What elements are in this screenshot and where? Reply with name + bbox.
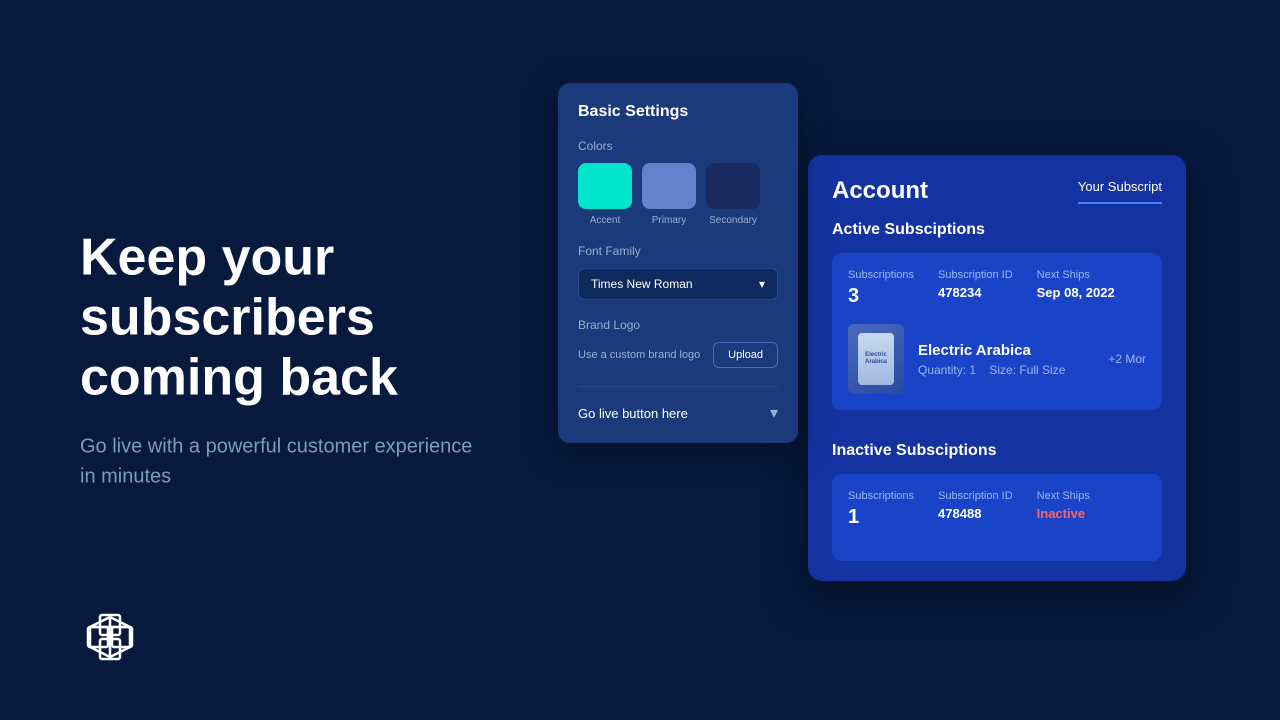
font-dropdown[interactable]: Times New Roman ▾: [578, 268, 778, 300]
primary-swatch[interactable]: Primary: [642, 163, 696, 226]
account-header: Account Your Subscript: [808, 155, 1186, 205]
font-family-section: Font Family Times New Roman ▾: [578, 244, 778, 300]
account-tab[interactable]: Your Subscript: [1078, 179, 1162, 204]
inactive-subscriptions-stat: Subscriptions 1: [848, 490, 914, 529]
active-subscriptions-section: Active Subsciptions Subscriptions 3 Subs…: [808, 205, 1186, 426]
product-name: Electric Arabica: [918, 342, 1094, 359]
subscriptions-stat-label: Subscriptions: [848, 269, 914, 281]
inactive-next-ships-stat: Next Ships Inactive: [1037, 490, 1090, 529]
inactive-section-title: Inactive Subsciptions: [832, 442, 1162, 460]
inactive-status: Inactive: [1037, 506, 1090, 521]
next-ships-stat: Next Ships Sep 08, 2022: [1037, 269, 1115, 308]
secondary-label: Secondary: [709, 215, 757, 226]
product-row: ElectricArabica Electric Arabica Quantit…: [848, 324, 1146, 394]
brand-logo-description: Use a custom brand logo: [578, 349, 700, 361]
more-badge: +2 Mor: [1108, 352, 1146, 366]
next-ships-value: Sep 08, 2022: [1037, 285, 1115, 300]
product-info: Electric Arabica Quantity: 1 Size: Full …: [918, 342, 1094, 377]
subscriptions-stat-value: 3: [848, 285, 914, 308]
dropdown-chevron-icon: ▾: [759, 277, 765, 291]
accent-swatch[interactable]: Accent: [578, 163, 632, 226]
inactive-subscription-id-stat: Subscription ID 478488: [938, 490, 1013, 529]
panel-title: Basic Settings: [578, 103, 778, 121]
product-image: ElectricArabica: [848, 324, 904, 394]
logo-area: [80, 607, 140, 672]
go-live-row[interactable]: Go live button here ▾: [578, 386, 778, 423]
inactive-subscription-id-label: Subscription ID: [938, 490, 1013, 502]
primary-swatch-box: [642, 163, 696, 209]
inactive-subscription-card: Subscriptions 1 Subscription ID 478488 N…: [832, 474, 1162, 561]
product-meta: Quantity: 1 Size: Full Size: [918, 363, 1094, 377]
inactive-sub-stats: Subscriptions 1 Subscription ID 478488 N…: [848, 490, 1146, 529]
subscriptions-stat: Subscriptions 3: [848, 269, 914, 308]
headline: Keep your subscribers coming back: [80, 228, 530, 407]
accent-label: Accent: [590, 215, 621, 226]
subscription-id-stat: Subscription ID 478234: [938, 269, 1013, 308]
brand-logo-row: Use a custom brand logo Upload: [578, 342, 778, 368]
settings-panel: Basic Settings Colors Accent Primary Sec…: [558, 83, 798, 443]
accent-swatch-box: [578, 163, 632, 209]
account-title: Account: [832, 177, 928, 205]
colors-label: Colors: [578, 139, 778, 153]
product-image-label: ElectricArabica: [865, 352, 887, 366]
product-quantity: Quantity: 1: [918, 363, 976, 377]
inactive-subscriptions-section: Inactive Subsciptions Subscriptions 1 Su…: [808, 426, 1186, 581]
secondary-swatch-box: [706, 163, 760, 209]
subheadline: Go live with a powerful customer experie…: [80, 432, 480, 492]
left-section: Keep your subscribers coming back Go liv…: [80, 228, 530, 491]
inactive-next-ships-label: Next Ships: [1037, 490, 1090, 502]
inactive-subscriptions-label: Subscriptions: [848, 490, 914, 502]
secondary-swatch[interactable]: Secondary: [706, 163, 760, 226]
account-panel: Account Your Subscript Active Subsciptio…: [808, 155, 1186, 581]
font-value: Times New Roman: [591, 277, 693, 291]
brand-logo-label: Brand Logo: [578, 318, 778, 332]
product-size: Size: Full Size: [989, 363, 1065, 377]
go-live-text: Go live button here: [578, 406, 688, 421]
active-subscription-card: Subscriptions 3 Subscription ID 478234 N…: [832, 253, 1162, 410]
next-ships-label: Next Ships: [1037, 269, 1115, 281]
inactive-subscription-id-value: 478488: [938, 506, 1013, 521]
upload-button[interactable]: Upload: [713, 342, 778, 368]
primary-label: Primary: [652, 215, 686, 226]
brand-logo-icon: [80, 607, 140, 667]
font-family-label: Font Family: [578, 244, 778, 258]
subscription-id-label: Subscription ID: [938, 269, 1013, 281]
active-sub-stats: Subscriptions 3 Subscription ID 478234 N…: [848, 269, 1146, 308]
product-image-inner: ElectricArabica: [858, 333, 894, 385]
inactive-subscriptions-value: 1: [848, 506, 914, 529]
brand-logo-section: Brand Logo Use a custom brand logo Uploa…: [578, 318, 778, 368]
subscription-id-value: 478234: [938, 285, 1013, 300]
colors-row: Accent Primary Secondary: [578, 163, 778, 226]
active-section-title: Active Subsciptions: [832, 221, 1162, 239]
go-live-chevron-icon: ▾: [770, 403, 778, 423]
